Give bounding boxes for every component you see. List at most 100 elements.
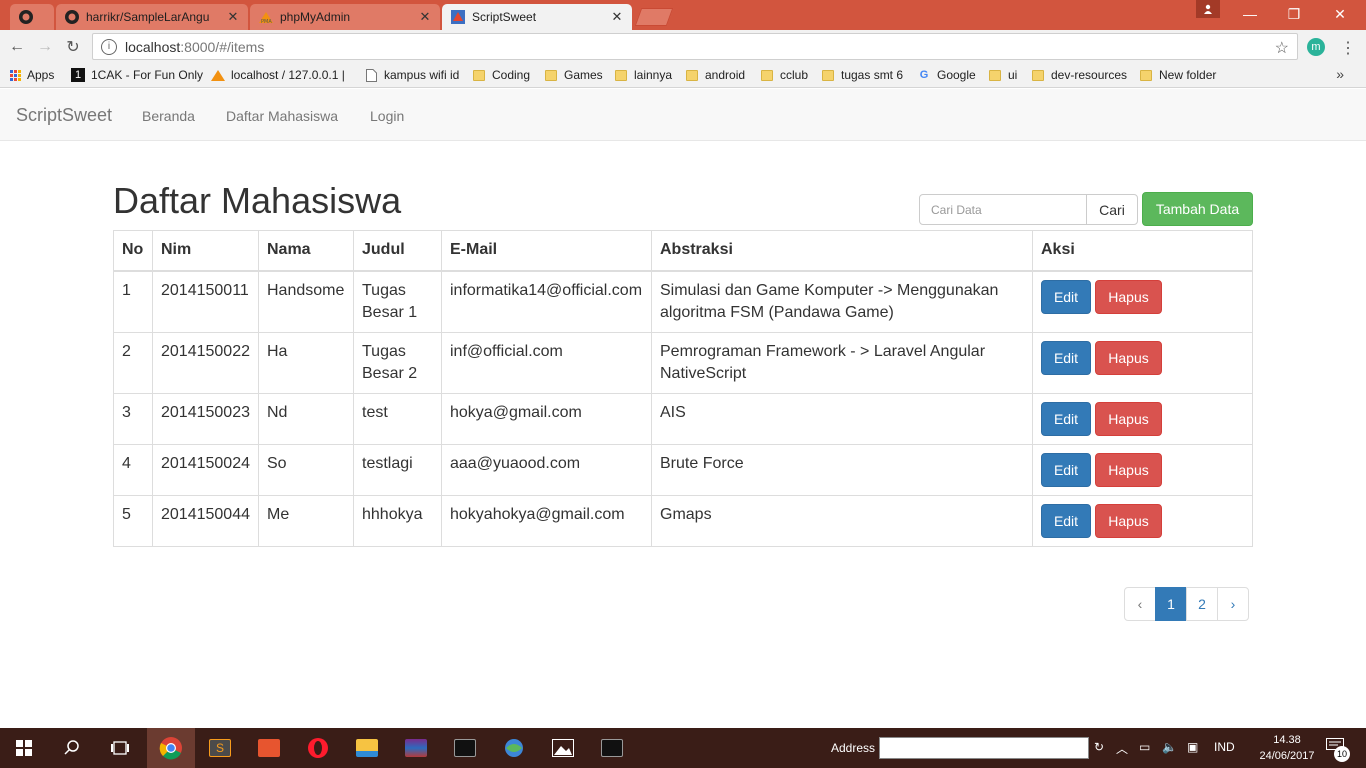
address-bar[interactable]: i localhost:8000/#/items ☆ [92,33,1298,60]
language-indicator[interactable]: IND [1214,740,1235,754]
tab-scriptsweet[interactable]: ScriptSweet ✕ [442,4,632,30]
cell-aksi: Edit Hapus [1032,270,1253,333]
close-icon[interactable]: ✕ [610,9,624,25]
back-icon[interactable]: ← [6,36,28,58]
bookmark-ui[interactable]: ui [989,68,1017,82]
chevron-more-icon[interactable]: » [1336,66,1344,82]
restore-icon[interactable]: ❐ [1272,0,1316,28]
books-app-icon[interactable] [245,728,293,768]
tab-title: phpMyAdmin [280,10,351,24]
nav-link-beranda[interactable]: Beranda [142,108,195,124]
folder-icon [989,69,1001,81]
search-input[interactable] [919,194,1087,225]
bookmark-new-folder[interactable]: New folder [1140,68,1216,82]
tab-title: harrikr/SampleLarAngu [86,10,210,24]
extension-icon[interactable]: m [1307,38,1325,56]
bookmark-star-icon[interactable]: ☆ [1275,38,1289,58]
address-toolbar-input[interactable] [879,737,1089,759]
edit-button[interactable]: Edit [1041,279,1091,314]
bookmark-games[interactable]: Games [545,68,603,82]
scriptsweet-icon [450,9,466,25]
bookmark-android[interactable]: android [686,68,745,82]
navbar-brand[interactable]: ScriptSweet [16,105,112,126]
minimize-icon[interactable]: — [1228,0,1272,28]
students-table: No Nim Nama Judul E-Mail Abstraksi Aksi … [113,230,1253,547]
chrome-taskbar-icon[interactable] [147,728,195,768]
terminal-icon[interactable] [588,728,636,768]
delete-button[interactable]: Hapus [1095,452,1162,487]
new-tab-button[interactable] [634,8,674,26]
file-explorer-icon[interactable] [343,728,391,768]
system-clock[interactable]: 14.38 24/06/2017 [1258,732,1316,764]
nav-link-login[interactable]: Login [370,108,404,124]
reload-icon[interactable]: ↻ [62,36,84,58]
opera-icon[interactable] [294,728,342,768]
bookmark-coding[interactable]: Coding [473,68,530,82]
bookmark-apps[interactable]: Apps [10,68,54,82]
table-row: 5 2014150044 Me hhhokya hokyahokya@gmail… [113,494,1253,547]
bookmark-localhost[interactable]: localhost / 127.0.0.1 | [211,68,345,82]
delete-button[interactable]: Hapus [1095,279,1162,314]
task-view-icon[interactable] [96,728,144,768]
bookmark-google[interactable]: G Google [917,68,976,82]
pagination-next[interactable]: › [1217,587,1249,621]
edit-button[interactable]: Edit [1041,452,1091,487]
photos-icon[interactable] [539,728,587,768]
bookmark-label: Games [564,68,603,82]
close-icon[interactable]: ✕ [226,9,240,25]
pagination-prev[interactable]: ‹ [1124,587,1156,621]
svg-text:PMA: PMA [261,19,272,25]
tab-github-pinned[interactable] [10,4,54,30]
bookmark-label: Coding [492,68,531,82]
delete-button[interactable]: Hapus [1095,340,1162,375]
bookmark-lainnya[interactable]: lainnya [615,68,672,82]
user-profile-icon[interactable] [1196,0,1220,18]
folder-icon [822,69,834,81]
refresh-icon[interactable]: ↻ [1094,740,1104,754]
google-icon: G [919,69,929,81]
action-center-icon[interactable]: 10 [1326,738,1350,762]
table-header-row: No Nim Nama Judul E-Mail Abstraksi Aksi [113,230,1253,272]
cell-judul: Tugas Besar 2 [353,331,442,394]
edit-button[interactable]: Edit [1041,503,1091,538]
sublime-text-icon[interactable]: S [196,728,244,768]
pagination-page-1[interactable]: 1 [1155,587,1187,621]
network-app-icon[interactable] [490,728,538,768]
pagination-page-2[interactable]: 2 [1186,587,1218,621]
edit-button[interactable]: Edit [1041,340,1091,375]
windows-start-icon[interactable] [0,728,48,768]
cell-email: informatika14@official.com [441,270,652,333]
chevron-down-icon[interactable]: ⌄ [1078,740,1086,751]
bookmark-label: 1CAK - For Fun Only [91,68,204,82]
battery-icon[interactable]: ▭ [1139,740,1150,754]
nav-link-daftar-mahasiswa[interactable]: Daftar Mahasiswa [226,108,338,124]
show-hidden-icons-icon[interactable]: ︿ [1116,740,1128,757]
tab-phpmyadmin[interactable]: PMA phpMyAdmin ✕ [250,4,440,30]
bookmark-1cak[interactable]: 1 1CAK - For Fun Only [71,68,203,82]
search-button[interactable]: Cari [1086,194,1138,225]
bookmark-label: lainnya [634,68,673,82]
bookmark-kampus-wifi[interactable]: kampus wifi id [364,68,459,82]
close-icon[interactable]: ✕ [418,9,432,25]
forward-icon[interactable]: → [34,36,56,58]
tab-github-repo[interactable]: harrikr/SampleLarAngu ✕ [56,4,248,30]
browser-menu-icon[interactable]: ⋮ [1340,38,1356,58]
delete-button[interactable]: Hapus [1095,401,1162,436]
bookmark-tugas-smt-6[interactable]: tugas smt 6 [822,68,903,82]
window-close-icon[interactable]: ✕ [1318,0,1362,28]
notification-count-badge: 10 [1334,746,1350,762]
bookmark-cclub[interactable]: cclub [761,68,808,82]
volume-icon[interactable]: 🔈 [1162,740,1177,754]
cell-aksi: Edit Hapus [1032,392,1253,445]
delete-button[interactable]: Hapus [1095,503,1162,538]
search-icon[interactable] [48,728,96,768]
browser-toolbar: ← → ↻ i localhost:8000/#/items ☆ m ⋮ [0,30,1366,64]
terminal-icon[interactable] [441,728,489,768]
bookmark-dev-resources[interactable]: dev-resources [1032,68,1127,82]
info-icon[interactable]: i [101,38,117,55]
cell-nama: Ha [258,331,354,394]
add-data-button[interactable]: Tambah Data [1142,192,1253,226]
network-icon[interactable]: ▣ [1187,740,1198,754]
winrar-icon[interactable] [392,728,440,768]
edit-button[interactable]: Edit [1041,401,1091,436]
